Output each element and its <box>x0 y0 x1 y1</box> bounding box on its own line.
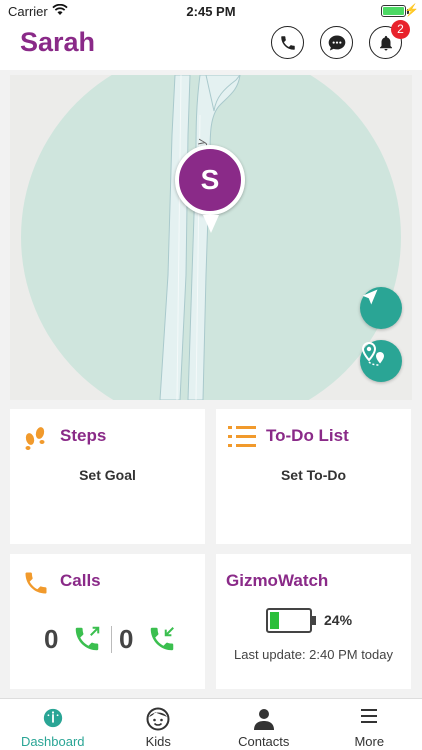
chat-bubble-icon <box>328 35 345 50</box>
notification-badge: 2 <box>391 20 410 39</box>
phone-icon <box>25 572 47 594</box>
header: Sarah 2 <box>0 20 422 70</box>
todo-title: To-Do List <box>266 426 349 445</box>
route-pins-icon <box>361 341 384 366</box>
calls-title: Calls <box>60 571 101 590</box>
map-canvas <box>10 75 412 400</box>
set-todo-link[interactable]: Set To-Do <box>216 467 411 483</box>
battery-percentage: 24% <box>324 612 353 628</box>
location-map[interactable]: y S <box>10 75 412 400</box>
tab-kids-label: Kids <box>145 734 171 749</box>
status-bar: Carrier 2:45 PM ⚡ <box>0 0 422 22</box>
outgoing-count: 0 <box>44 624 59 654</box>
tab-dashboard-label: Dashboard <box>20 734 85 749</box>
clock: 2:45 PM <box>186 4 236 19</box>
tab-more-label: More <box>354 734 385 749</box>
tab-bar: Dashboard Kids Contacts More <box>0 698 422 750</box>
page-title: Sarah <box>20 27 96 57</box>
tab-dashboard[interactable]: Dashboard <box>0 699 106 750</box>
pin-pointer <box>203 215 219 233</box>
child-location-pin[interactable]: S <box>175 145 245 215</box>
footsteps-icon <box>25 427 45 450</box>
device-card[interactable]: GizmoWatch 24% Last update: 2:40 PM toda… <box>216 554 411 689</box>
call-button[interactable] <box>271 26 304 59</box>
person-icon <box>253 709 274 730</box>
device-title: GizmoWatch <box>226 571 329 590</box>
battery-level-fill <box>270 612 280 629</box>
steps-title: Steps <box>60 426 107 445</box>
steps-card[interactable]: Steps Set Goal <box>10 409 205 544</box>
calls-summary: 0 0 <box>10 624 205 654</box>
tab-more[interactable]: More <box>317 699 422 750</box>
tab-contacts-label: Contacts <box>238 734 290 749</box>
set-goal-link[interactable]: Set Goal <box>10 467 205 483</box>
tab-kids[interactable]: Kids <box>106 699 212 750</box>
incoming-call-icon <box>150 627 174 651</box>
calls-divider <box>111 626 112 653</box>
calls-card[interactable]: Calls 0 0 <box>10 554 205 689</box>
phone-icon <box>280 35 295 50</box>
incoming-count: 0 <box>119 624 134 654</box>
todo-card[interactable]: To-Do List Set To-Do <box>216 409 411 544</box>
message-button[interactable] <box>320 26 353 59</box>
battery-icon <box>381 5 409 17</box>
checklist-icon <box>228 426 256 447</box>
kid-face-icon <box>146 707 170 731</box>
watch-battery-icon <box>266 608 316 633</box>
locate-button[interactable] <box>360 287 402 329</box>
navigation-arrow-icon <box>362 289 378 305</box>
hamburger-icon <box>361 709 378 723</box>
places-button[interactable] <box>360 340 402 382</box>
outgoing-call-icon <box>75 626 100 651</box>
last-update-text: Last update: 2:40 PM today <box>234 647 393 662</box>
bell-icon <box>379 35 392 50</box>
tab-contacts[interactable]: Contacts <box>211 699 317 750</box>
dashboard-icon <box>43 708 62 728</box>
notifications-button[interactable]: 2 <box>369 20 410 59</box>
charging-icon: ⚡ <box>404 3 419 17</box>
